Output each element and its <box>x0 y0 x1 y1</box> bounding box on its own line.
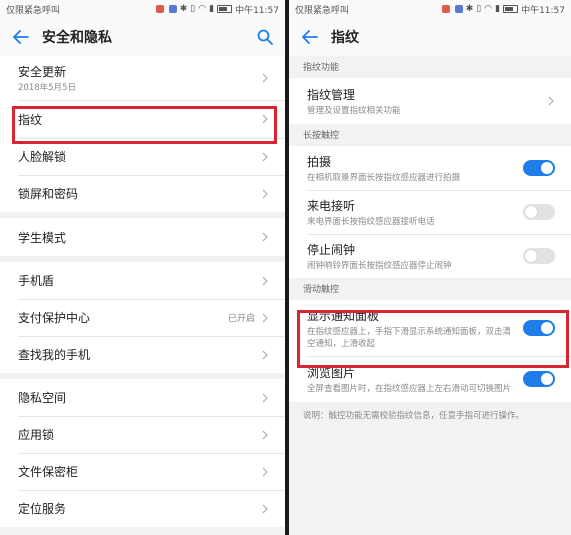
signal-icon: ▮ <box>209 4 215 14</box>
wifi-icon: ◠ <box>198 4 207 14</box>
answer-call-toggle[interactable] <box>523 204 555 220</box>
footnote: 说明：触控功能无需校验指纹信息，任意手指可进行操作。 <box>289 402 571 431</box>
section-header: 滑动触控 <box>303 285 340 295</box>
back-arrow-icon[interactable] <box>299 26 321 48</box>
settings-group: 手机盾 支付保护中心 已开启 查找我的手机 <box>0 262 285 373</box>
page-title: 安全和隐私 <box>42 30 112 46</box>
browse-pictures-toggle[interactable] <box>523 371 555 387</box>
chevron-right-icon <box>261 188 269 200</box>
app-notification-icon <box>168 5 177 13</box>
location-services-row[interactable]: 定位服务 <box>0 490 285 527</box>
bluetooth-icon: ✱ <box>465 4 474 14</box>
status-icons: ✱ ▯ ◠ ▮ 中午11:57 <box>440 3 565 16</box>
settings-group: 指纹管理 管理及设置指纹相关功能 <box>289 78 571 124</box>
app-lock-row[interactable]: 应用锁 <box>0 416 285 453</box>
security-privacy-screen: 仅限紧急呼叫 ✱ ▯ ◠ ▮ 中午11:57 安全和隐私 安全更新 2018年5… <box>0 0 285 535</box>
clock-text: 中午11:57 <box>521 5 565 16</box>
chevron-right-icon <box>261 275 269 287</box>
lock-screen-password-row[interactable]: 锁屏和密码 <box>0 175 285 212</box>
title-bar: 指纹 <box>289 18 571 56</box>
section-header: 长按触控 <box>303 131 340 141</box>
signal-icon: ▮ <box>495 4 501 14</box>
back-arrow-icon[interactable] <box>10 26 32 48</box>
row-label: 手机盾 <box>18 274 55 288</box>
vibrate-icon: ▯ <box>190 4 196 14</box>
search-icon[interactable] <box>255 27 275 47</box>
security-update-row[interactable]: 安全更新 2018年5月5日 <box>0 56 285 100</box>
wifi-icon: ◠ <box>484 4 493 14</box>
status-bar: 仅限紧急呼叫 ✱ ▯ ◠ ▮ 中午11:57 <box>289 0 571 18</box>
chevron-right-icon <box>261 312 269 324</box>
stop-alarm-row: 停止闹钟 闹钟响铃界面长按指纹感应器停止闹钟 <box>289 234 571 278</box>
chevron-right-icon <box>261 72 269 84</box>
private-space-row[interactable]: 隐私空间 <box>0 379 285 416</box>
stop-alarm-toggle[interactable] <box>523 248 555 264</box>
battery-icon <box>503 5 519 13</box>
row-subtitle: 管理及设置指纹相关功能 <box>307 105 401 116</box>
row-label: 查找我的手机 <box>18 348 91 362</box>
chevron-right-icon <box>261 503 269 515</box>
page-title: 指纹 <box>331 30 359 46</box>
chevron-right-icon <box>261 151 269 163</box>
settings-group: 拍摄 在相机取景界面长按指纹感应器进行拍摄 来电接听 来电界面长按指纹感应器接听… <box>289 146 571 278</box>
chevron-right-icon <box>261 429 269 441</box>
row-subtitle: 在相机取景界面长按指纹感应器进行拍摄 <box>307 172 461 183</box>
settings-group: 隐私空间 应用锁 文件保密柜 定位服务 <box>0 379 285 527</box>
file-safe-row[interactable]: 文件保密柜 <box>0 453 285 490</box>
chevron-right-icon <box>261 231 269 243</box>
row-label: 应用锁 <box>18 428 55 442</box>
row-label: 文件保密柜 <box>18 465 79 479</box>
chevron-right-icon <box>261 466 269 478</box>
row-label: 支付保护中心 <box>18 311 91 325</box>
highlight-box <box>297 310 569 368</box>
find-my-phone-row[interactable]: 查找我的手机 <box>0 336 285 373</box>
app-notification-icon <box>454 5 463 13</box>
chevron-right-icon <box>261 349 269 361</box>
student-mode-row[interactable]: 学生模式 <box>0 218 285 256</box>
settings-group: 学生模式 <box>0 218 285 256</box>
fingerprint-screen: 仅限紧急呼叫 ✱ ▯ ◠ ▮ 中午11:57 指纹 指纹功能 指纹管理 管理及设… <box>289 0 571 535</box>
section-header: 指纹功能 <box>303 63 340 73</box>
row-label: 人脸解锁 <box>18 150 67 164</box>
app-notification-icon <box>155 5 164 13</box>
fingerprint-management-row[interactable]: 指纹管理 管理及设置指纹相关功能 <box>289 78 571 124</box>
carrier-text: 仅限紧急呼叫 <box>6 5 61 16</box>
row-label: 安全更新 <box>18 64 67 79</box>
payment-protection-row[interactable]: 支付保护中心 已开启 <box>0 299 285 336</box>
bluetooth-icon: ✱ <box>179 4 188 14</box>
status-bar: 仅限紧急呼叫 ✱ ▯ ◠ ▮ 中午11:57 <box>0 0 285 18</box>
row-label: 拍摄 <box>307 154 332 169</box>
row-subtitle: 2018年5月5日 <box>18 82 76 93</box>
row-label: 停止闹钟 <box>307 242 356 257</box>
row-label: 锁屏和密码 <box>18 187 79 201</box>
row-label: 来电接听 <box>307 198 356 213</box>
row-label: 定位服务 <box>18 502 67 516</box>
row-subtitle: 来电界面长按指纹感应器接听电话 <box>307 216 435 227</box>
answer-call-row: 来电接听 来电界面长按指纹感应器接听电话 <box>289 190 571 234</box>
status-icons: ✱ ▯ ◠ ▮ 中午11:57 <box>154 3 279 16</box>
carrier-text: 仅限紧急呼叫 <box>295 5 350 16</box>
vibrate-icon: ▯ <box>476 4 482 14</box>
chevron-right-icon <box>261 392 269 404</box>
row-subtitle: 全屏查看图片时，在指纹感应器上左右滑动可切换图片 <box>307 383 512 394</box>
row-label: 指纹管理 <box>307 87 356 102</box>
highlight-box <box>12 106 277 144</box>
status-text: 已开启 <box>227 314 255 324</box>
shoot-photo-toggle[interactable] <box>523 160 555 176</box>
row-label: 隐私空间 <box>18 391 67 405</box>
row-label: 学生模式 <box>18 230 67 245</box>
app-notification-icon <box>441 5 450 13</box>
chevron-right-icon <box>547 95 555 107</box>
row-subtitle: 闹钟响铃界面长按指纹感应器停止闹钟 <box>307 260 452 271</box>
phone-shield-row[interactable]: 手机盾 <box>0 262 285 299</box>
clock-text: 中午11:57 <box>235 5 279 16</box>
battery-icon <box>217 5 233 13</box>
shoot-photo-row: 拍摄 在相机取景界面长按指纹感应器进行拍摄 <box>289 146 571 190</box>
title-bar: 安全和隐私 <box>0 18 285 56</box>
